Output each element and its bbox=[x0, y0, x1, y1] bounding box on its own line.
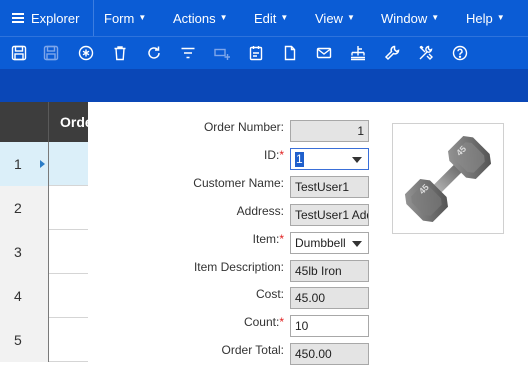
menu-form-label: Form bbox=[104, 10, 135, 26]
caret-down-icon: ▼ bbox=[138, 12, 147, 22]
menu-help-label: Help bbox=[466, 10, 493, 26]
row-number: 4 bbox=[0, 274, 49, 318]
help-icon[interactable] bbox=[451, 44, 469, 62]
order-number-field: 1 bbox=[290, 120, 369, 142]
customer-name-label: Customer Name: bbox=[193, 176, 284, 190]
table-row[interactable]: 5 bbox=[0, 318, 88, 362]
hierarchy-icon[interactable] bbox=[349, 44, 367, 62]
table-row[interactable]: 2 bbox=[0, 186, 88, 230]
records-grid: Order Number 1 2 3 4 5 bbox=[0, 102, 88, 382]
row-number: 3 bbox=[0, 230, 49, 274]
id-label: ID:* bbox=[264, 148, 284, 162]
dumbbell-image: 45 45 bbox=[404, 135, 492, 223]
add-row-icon bbox=[213, 44, 231, 62]
column-header-order-number[interactable]: Order Number bbox=[60, 114, 88, 130]
toolbar bbox=[0, 36, 528, 69]
product-image: 45 45 bbox=[392, 123, 504, 234]
caret-down-icon: ▼ bbox=[431, 12, 440, 22]
row-number: 2 bbox=[0, 186, 49, 230]
menu-edit[interactable]: Edit ▼ bbox=[254, 0, 288, 36]
item-label: Item:* bbox=[253, 232, 284, 246]
order-total-label: Order Total: bbox=[221, 343, 284, 357]
cost-label: Cost: bbox=[255, 287, 284, 301]
table-row[interactable]: 3 bbox=[0, 230, 88, 274]
grid-header: Order Number bbox=[0, 102, 88, 142]
wrench-icon[interactable] bbox=[383, 44, 401, 62]
mail-icon[interactable] bbox=[315, 44, 333, 62]
caret-down-icon: ▼ bbox=[280, 12, 289, 22]
table-row[interactable]: 4 bbox=[0, 274, 88, 318]
cost-field: 45.00 bbox=[290, 287, 369, 309]
hamburger-icon bbox=[12, 11, 24, 25]
caret-down-icon: ▼ bbox=[346, 12, 355, 22]
id-value: 1 bbox=[295, 152, 304, 167]
table-row[interactable]: 1 bbox=[0, 142, 88, 186]
save-icon bbox=[42, 44, 60, 62]
menu-form[interactable]: Form ▼ bbox=[104, 0, 146, 36]
menu-help[interactable]: Help ▼ bbox=[466, 0, 505, 36]
row-number: 5 bbox=[0, 318, 49, 362]
filter-icon[interactable] bbox=[179, 44, 197, 62]
count-input[interactable]: 10 bbox=[290, 315, 369, 337]
menu-window[interactable]: Window ▼ bbox=[381, 0, 439, 36]
count-label: Count:* bbox=[244, 315, 284, 329]
item-dropdown[interactable]: Dumbbell bbox=[290, 232, 369, 254]
id-label-text: ID: bbox=[263, 148, 280, 162]
menu-actions[interactable]: Actions ▼ bbox=[173, 0, 228, 36]
menu-edit-label: Edit bbox=[254, 10, 277, 26]
required-marker: * bbox=[279, 232, 284, 246]
menu-view[interactable]: View ▼ bbox=[315, 0, 355, 36]
menu-view-label: View bbox=[315, 10, 343, 26]
dropdown-arrow-icon[interactable] bbox=[352, 241, 362, 247]
dropdown-arrow-icon[interactable] bbox=[352, 157, 362, 163]
delete-icon[interactable] bbox=[111, 44, 129, 62]
order-total-field: 450.00 bbox=[290, 343, 369, 365]
menu-window-label: Window bbox=[381, 10, 428, 26]
address-field: TestUser1 Address bbox=[290, 204, 369, 226]
customer-name-field: TestUser1 bbox=[290, 176, 369, 198]
count-label-text: Count: bbox=[243, 315, 280, 329]
explorer-label: Explorer bbox=[31, 10, 80, 26]
caret-down-icon: ▼ bbox=[496, 12, 505, 22]
required-marker: * bbox=[279, 148, 284, 162]
caret-down-icon: ▼ bbox=[219, 12, 228, 22]
item-description-field: 45lb Iron bbox=[290, 260, 369, 282]
address-label: Address: bbox=[236, 204, 284, 218]
current-row-arrow-icon bbox=[40, 160, 45, 168]
id-dropdown[interactable]: 1 bbox=[290, 148, 369, 170]
item-description-label: Item Description: bbox=[193, 260, 284, 274]
document-icon[interactable] bbox=[281, 44, 299, 62]
tab-band bbox=[0, 69, 528, 102]
asterisk-icon[interactable] bbox=[77, 44, 95, 62]
item-value: Dumbbell bbox=[295, 236, 346, 250]
required-marker: * bbox=[279, 315, 284, 329]
refresh-icon[interactable] bbox=[145, 44, 163, 62]
menu-actions-label: Actions bbox=[173, 10, 216, 26]
save-disk-icon[interactable] bbox=[10, 44, 28, 62]
clipboard-icon[interactable] bbox=[247, 44, 265, 62]
tools-icon[interactable] bbox=[417, 44, 435, 62]
item-label-text: Item: bbox=[252, 232, 280, 246]
menu-bar: Explorer Form ▼ Actions ▼ Edit ▼ View ▼ Wind… bbox=[0, 0, 528, 36]
explorer-button[interactable]: Explorer bbox=[0, 0, 94, 36]
grid-select-all[interactable] bbox=[0, 102, 49, 142]
order-number-label: Order Number: bbox=[203, 120, 284, 134]
